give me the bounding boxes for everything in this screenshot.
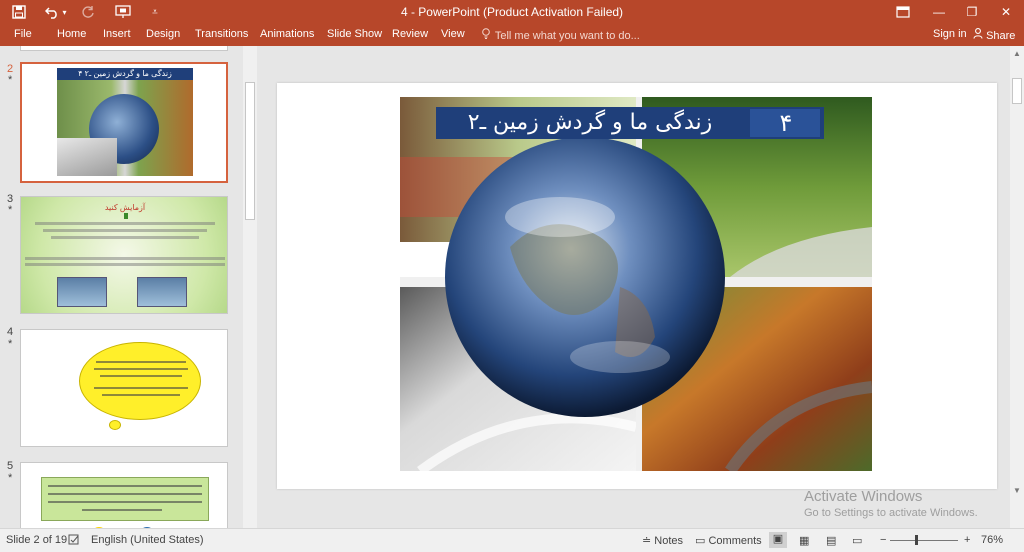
thumbnail-number: 4 <box>7 326 14 338</box>
slide-counter: Slide 2 of 19 <box>6 534 68 546</box>
cover-title-number: ۴ <box>779 109 793 137</box>
thumbnail-arrow <box>124 213 128 219</box>
animation-star-icon: * <box>8 338 13 350</box>
thumbnail-text-line <box>51 236 199 239</box>
close-button[interactable]: ✕ <box>988 0 1024 24</box>
share-button[interactable]: Share <box>973 28 1015 42</box>
cover-title-text: زندگی ما و گردش زمین ـ۲ <box>467 110 713 135</box>
person-icon <box>973 28 986 42</box>
tab-slide-show[interactable]: Slide Show <box>327 28 382 40</box>
tab-home[interactable]: Home <box>57 28 86 40</box>
thumbnail-cloud-bubble <box>109 420 121 430</box>
spell-check-icon[interactable] <box>68 534 80 548</box>
scroll-down-icon[interactable]: ▼ <box>1013 486 1021 495</box>
comment-icon: ▭ <box>695 535 706 547</box>
scroll-up-icon[interactable]: ▲ <box>1013 49 1021 58</box>
tab-animations[interactable]: Animations <box>260 28 314 40</box>
tell-me-box[interactable]: Tell me what you want to do... <box>482 28 640 42</box>
ribbon-tabs: File Home Insert Design Transitions Anim… <box>0 24 1024 46</box>
lightbulb-icon <box>482 28 492 42</box>
thumbnail-cover-image: ۴ زندگی ما و گردش زمین ـ۲ <box>57 68 193 176</box>
thumbnail-text-line <box>82 509 162 511</box>
thumbnail-previous-edge <box>20 46 228 51</box>
comments-label: Comments <box>708 535 762 547</box>
tab-insert[interactable]: Insert <box>103 28 131 40</box>
activation-watermark-title: Activate Windows <box>804 488 923 505</box>
thumbnail-lamp-photo <box>137 277 187 307</box>
thumbnail-cloud-shape <box>79 342 201 420</box>
thumbnail-text-line <box>43 229 207 232</box>
tab-review[interactable]: Review <box>392 28 428 40</box>
cover-illustration <box>400 97 872 471</box>
thumbnail-text-line <box>48 485 202 487</box>
thumbnail-text-line <box>100 375 182 377</box>
sign-in-link[interactable]: Sign in <box>933 28 967 40</box>
restore-button[interactable]: ❐ <box>954 0 990 24</box>
thumbnail-heading: آزمایش کنید <box>104 203 146 212</box>
animation-star-icon: * <box>8 472 13 484</box>
notes-label: Notes <box>654 535 684 547</box>
ribbon-display-options-icon[interactable] <box>885 0 921 24</box>
thumbnail-text-box <box>41 477 209 521</box>
tell-me-placeholder: Tell me what you want to do... <box>494 30 640 42</box>
editor-scrollbar[interactable]: ▲ ▼ <box>1010 46 1024 528</box>
editor-scrollbar-thumb[interactable] <box>1012 78 1022 104</box>
thumbnail-winter-photo <box>57 138 117 176</box>
reading-view-icon[interactable]: ▤ <box>826 534 836 547</box>
zoom-out-icon[interactable]: − <box>880 534 886 546</box>
thumbnail-text-line <box>25 263 225 266</box>
thumbnail-title: ۴ زندگی ما و گردش زمین ـ۲ <box>57 68 193 80</box>
share-label: Share <box>986 30 1016 42</box>
zoom-level[interactable]: 76% <box>981 534 1003 546</box>
cover-image[interactable]: ۴ زندگی ما و گردش زمین ـ۲ <box>400 97 872 471</box>
thumbnail-number: 5 <box>7 460 14 472</box>
language-indicator[interactable]: English (United States) <box>91 534 204 546</box>
tab-transitions[interactable]: Transitions <box>195 28 248 40</box>
thumbnail-text-line <box>25 257 225 260</box>
thumbnail-text-line <box>94 368 188 370</box>
thumbnail-text-line <box>48 501 202 503</box>
window-title: 4 - PowerPoint (Product Activation Faile… <box>400 5 624 19</box>
thumbnail-scrollbar[interactable] <box>243 46 257 528</box>
thumbnail-slide-4[interactable] <box>20 329 228 447</box>
comments-button[interactable]: ▭ Comments <box>695 534 762 547</box>
thumbnail-slide-3[interactable]: آزمایش کنید <box>20 196 228 314</box>
zoom-in-icon[interactable]: + <box>964 534 970 546</box>
slide-sorter-icon[interactable]: ▦ <box>799 534 809 547</box>
thumbnail-slide-5[interactable] <box>20 462 228 528</box>
animation-star-icon: * <box>8 204 13 216</box>
thumbnail-lamp-photo <box>57 277 107 307</box>
slide-thumbnail-pane[interactable]: 2 * ۴ زندگی ما و گردش زمین ـ۲ 3 * آزمایش… <box>0 46 258 528</box>
notes-button[interactable]: ≐ Notes <box>642 534 683 547</box>
tab-file[interactable]: File <box>14 28 32 40</box>
thumbnail-text-line <box>35 222 215 225</box>
tab-design[interactable]: Design <box>146 28 180 40</box>
activation-watermark-subtitle: Go to Settings to activate Windows. <box>804 507 978 519</box>
status-bar: Slide 2 of 19 English (United States) ≐ … <box>0 528 1024 552</box>
thumbnail-text-line <box>48 493 202 495</box>
notes-icon: ≐ <box>642 535 652 547</box>
normal-view-icon[interactable]: ▣ <box>769 532 787 548</box>
thumbnail-slide-2[interactable]: ۴ زندگی ما و گردش زمین ـ۲ <box>20 62 228 183</box>
zoom-slider[interactable] <box>890 535 958 545</box>
thumbnail-text-line <box>96 361 186 363</box>
thumbnail-scrollbar-thumb[interactable] <box>245 82 255 220</box>
animation-star-icon: * <box>8 74 13 86</box>
thumbnail-text-line <box>94 387 188 389</box>
tab-view[interactable]: View <box>441 28 465 40</box>
thumbnail-text-line <box>102 394 180 396</box>
zoom-slider-thumb[interactable] <box>915 535 918 545</box>
title-bar: ▾ ⩡ 4 - PowerPoint (Product Activation F… <box>0 0 1024 24</box>
slide-show-icon[interactable]: ▭ <box>852 534 862 547</box>
minimize-button[interactable]: — <box>921 0 957 24</box>
